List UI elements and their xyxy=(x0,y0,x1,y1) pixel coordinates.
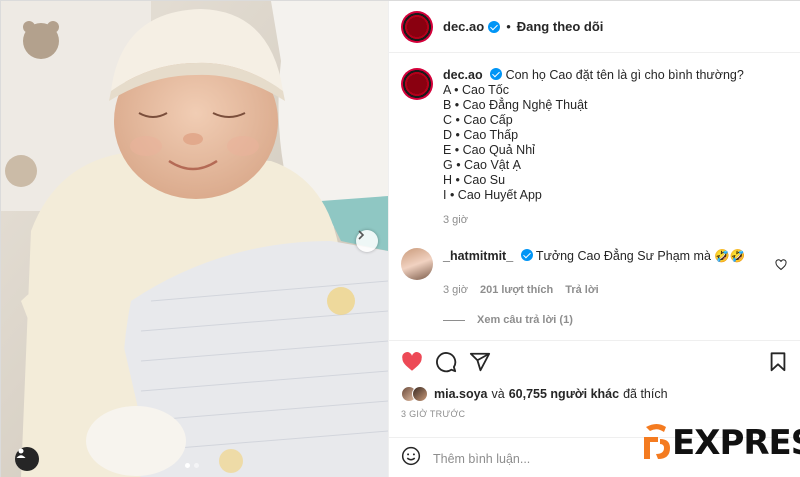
view-replies-button[interactable]: Xem câu trả lời (1) xyxy=(443,314,789,326)
express-logo-mark xyxy=(642,421,672,465)
comment-meta: 3 giờ 201 lượt thích Trả lời xyxy=(443,282,746,298)
express-watermark: EXPRESS xyxy=(642,421,800,465)
comment-item: _hatmitmit_ Tưởng Cao Đẳng Sư Phạm mà 🤣🤣… xyxy=(401,248,789,298)
carousel-dot xyxy=(194,463,199,468)
like-button[interactable] xyxy=(401,351,423,373)
carousel-next-button[interactable] xyxy=(356,230,378,252)
liker-username[interactable]: mia.soya xyxy=(434,387,488,401)
caption-option: G • Cao Vật Ạ xyxy=(443,158,522,172)
caption-options: A • Cao Tốc B • Cao Đẳng Nghệ Thuật C • … xyxy=(443,83,744,203)
caption-option: A • Cao Tốc xyxy=(443,83,509,97)
carousel-indicator xyxy=(185,463,199,468)
reply-button[interactable]: Trả lời xyxy=(565,282,599,298)
view-replies-label: Xem câu trả lời (1) xyxy=(477,314,573,326)
caption: dec.ao Con họ Cao đặt tên là gì cho bình… xyxy=(401,68,789,228)
comment-button[interactable] xyxy=(435,351,457,373)
likes-suffix: đã thích xyxy=(623,387,668,401)
commenter-username[interactable]: _hatmitmit_ xyxy=(443,249,513,263)
baby-photo-illustration xyxy=(1,1,388,477)
comment-time: 3 giờ xyxy=(443,284,468,296)
caption-question: Con họ Cao đặt tên là gì cho bình thường… xyxy=(505,68,744,82)
commenter-avatar[interactable] xyxy=(401,248,433,280)
express-logo-icon xyxy=(644,424,670,459)
caption-username[interactable]: dec.ao xyxy=(443,68,483,82)
caption-author-avatar[interactable] xyxy=(401,68,433,100)
caption-time: 3 giờ xyxy=(443,214,468,226)
view-replies-line xyxy=(443,319,465,321)
save-button[interactable] xyxy=(767,351,789,373)
verified-badge-icon xyxy=(520,249,533,261)
caption-option: H • Cao Su xyxy=(443,173,506,187)
carousel-dot xyxy=(185,463,190,468)
likes-others-link[interactable]: 60,755 người khác xyxy=(509,387,619,401)
comment-text: Tưởng Cao Đẳng Sư Phạm mà 🤣🤣 xyxy=(535,249,746,263)
caption-option: D • Cao Thấp xyxy=(443,128,519,142)
post-side-panel: dec.ao • Đang theo dõi dec.ao Con họ Cao… xyxy=(388,1,800,477)
comment-likes-link[interactable]: 201 lượt thích xyxy=(480,282,553,298)
comment-icon xyxy=(436,352,457,373)
paper-plane-icon xyxy=(469,352,491,372)
emoji-button[interactable] xyxy=(401,446,421,471)
caption-option: C • Cao Cấp xyxy=(443,113,513,127)
emoji-icon xyxy=(401,446,421,466)
post-header: dec.ao • Đang theo dõi xyxy=(389,1,800,53)
post-timestamp: 3 GIỜ TRƯỚC xyxy=(401,409,466,419)
action-bar xyxy=(389,341,800,383)
header-separator: • xyxy=(506,19,511,34)
verified-badge-icon xyxy=(490,68,503,80)
caption-option: I • Cao Huyết App xyxy=(443,188,542,202)
user-tag-icon xyxy=(16,448,26,458)
bookmark-icon xyxy=(770,352,786,372)
caption-text: dec.ao Con họ Cao đặt tên là gì cho bình… xyxy=(443,68,744,228)
instagram-post: dec.ao • Đang theo dõi dec.ao Con họ Cao… xyxy=(0,0,800,477)
comments-section: dec.ao Con họ Cao đặt tên là gì cho bình… xyxy=(389,54,800,339)
share-button[interactable] xyxy=(469,351,491,373)
likes-connector: và xyxy=(491,387,505,401)
user-tag-button[interactable] xyxy=(15,447,39,471)
liker-avatar xyxy=(412,386,428,402)
author-username[interactable]: dec.ao xyxy=(443,19,484,34)
watermark-text: EXPRESS xyxy=(672,423,800,463)
chevron-right-icon xyxy=(358,230,365,240)
caption-option: B • Cao Đẳng Nghệ Thuật xyxy=(443,98,588,112)
author-avatar[interactable] xyxy=(401,10,433,43)
likes-summary: mia.soya và 60,755 người khác đã thích xyxy=(389,383,800,405)
add-comment-input[interactable]: Thêm bình luận... xyxy=(433,452,530,466)
verified-badge-icon xyxy=(488,20,501,33)
comment-body: _hatmitmit_ Tưởng Cao Đẳng Sư Phạm mà 🤣🤣… xyxy=(443,248,746,298)
comment-like-button[interactable] xyxy=(775,258,787,276)
heart-outline-icon xyxy=(775,259,787,271)
post-photo[interactable] xyxy=(1,1,388,477)
caption-option: E • Cao Quả Nhỉ xyxy=(443,143,535,157)
heart-filled-icon xyxy=(402,352,422,371)
follow-status-button[interactable]: Đang theo dõi xyxy=(517,19,604,34)
